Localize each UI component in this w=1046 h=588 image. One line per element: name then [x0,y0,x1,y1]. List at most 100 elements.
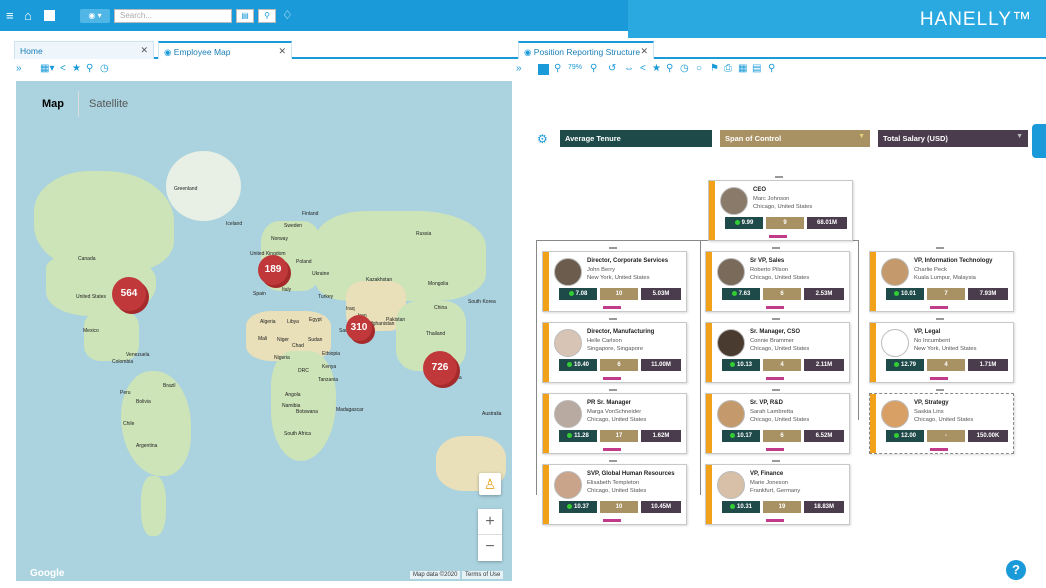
print-icon[interactable]: ⎙ [724,63,732,74]
salary-value: 2.11M [815,362,833,368]
map-cluster[interactable]: 726 [423,351,457,385]
pdf-icon[interactable]: ▤ [752,63,761,74]
position-card[interactable]: VP, Information Technology Charlie Peck Ku… [869,247,1014,312]
salary-metric: 68.01M [807,217,847,229]
top-bar: ≡ ⌂ ◉ ▾ Search... ▤ ⚲ ♢ HANELLY™ [0,0,1046,38]
star-icon[interactable]: ★ [72,63,81,74]
map-button[interactable]: Map [32,91,78,117]
salary-value: 2.53M [815,291,833,297]
employee-location: Chicago, United States [587,417,647,423]
employee-location: Kuala Lumpur, Malaysia [914,275,976,281]
span-metric: 6 [763,288,801,300]
flag-icon[interactable]: ⚑ [710,63,719,74]
position-card[interactable]: PR Sr. Manager Marga VonSchneider Chicago,… [542,389,687,454]
map-label: Chile [123,421,135,427]
close-icon[interactable]: ✕ [278,46,286,57]
zoom-out-icon[interactable]: ⚲ [590,63,597,74]
map-cluster[interactable]: 564 [112,277,146,311]
position-title: Director, Manufacturing [587,329,655,335]
position-card[interactable]: VP, Legal No Incumbent New York, United St… [869,318,1014,383]
position-card[interactable]: Director, Corporate Services John Berry Ne… [542,247,687,312]
tab-position-reporting[interactable]: ◉ Position Reporting Structure ✕ [518,41,654,59]
position-card[interactable]: VP, Strategy Saskia Lins Chicago, United S… [869,389,1014,454]
span-metric: 19 [763,501,801,513]
employee-location: New York, United States [587,275,650,281]
chart-icon[interactable]: ▦▾ [40,63,54,74]
list-icon[interactable] [538,64,549,75]
position-card[interactable]: Sr. VP, R&D Sarah Lambretta Chicago, Unite… [705,389,850,454]
fit-icon[interactable]: ⇔ [624,63,634,74]
search-icon[interactable]: ⚲ [666,63,673,74]
tenure-metric: 10.13 [722,359,760,371]
calendar-button[interactable]: ▤ [236,9,254,23]
search-input[interactable]: Search... [114,9,232,23]
avatar [554,329,582,357]
close-icon[interactable]: ✕ [140,45,148,56]
terms-link[interactable]: Terms of Use [462,571,504,579]
expand-icon[interactable]: » [16,63,22,74]
scope-dropdown[interactable]: ◉ ▾ [80,9,110,23]
tenure-metric: 10.17 [722,430,760,442]
salary-metric: 2.53M [804,288,844,300]
home-icon[interactable]: ⌂ [24,9,32,22]
span-value: 10 [615,504,623,510]
chevron-down-icon: ▼ [858,133,865,140]
total-salary-dropdown[interactable]: Total Salary (USD) ▼ [878,130,1028,147]
employee-name: Connie Brammer [750,338,794,344]
position-card[interactable]: Director, Manufacturing Helle Carlson Sing… [542,318,687,383]
tab-home[interactable]: Home ✕ [14,41,154,59]
employee-location: Chicago, United States [750,346,810,352]
position-card[interactable]: Sr. Manager, CSO Connie Brammer Chicago, U… [705,318,850,383]
map-label: Poland [296,259,312,265]
span-of-control-dropdown[interactable]: Span of Control ▼ [720,130,870,147]
satellite-button[interactable]: Satellite [78,91,140,117]
zoom-in-icon[interactable]: ⚲ [554,63,561,74]
tab-employee-map[interactable]: ◉ Employee Map ✕ [158,41,292,59]
zoom-in-button[interactable]: + [478,509,502,535]
card-accent [543,323,549,382]
side-panel-handle[interactable] [1032,124,1046,158]
expand-icon[interactable]: » [516,63,522,74]
map-label: Libya [287,319,299,325]
search-button[interactable]: ⚲ [258,9,276,23]
position-card[interactable]: CEO Marc Johnson Chicago, United States 9.9… [708,176,853,241]
average-tenure-dropdown[interactable]: Average Tenure [560,130,712,147]
stop-icon[interactable] [44,10,55,21]
share-icon[interactable]: < [640,63,646,74]
close-icon[interactable]: ✕ [640,46,648,57]
card-indicator [603,377,621,380]
pegman-icon[interactable]: ♙ [479,473,501,495]
span-value: 19 [778,504,786,510]
employee-map[interactable]: Map Satellite Greenland Iceland Finland … [16,81,512,581]
tenure-value: 12.00 [900,433,916,439]
chart-icon[interactable]: ▦ [738,63,747,74]
map-label: Russia [416,231,432,237]
map-label: Mexico [83,328,99,334]
share-icon[interactable]: < [60,63,66,74]
map-data-credit: Map data ©2020 [410,571,461,579]
pin-icon[interactable]: ⚲ [768,63,775,74]
map-cluster[interactable]: 189 [258,255,288,285]
position-card[interactable]: VP, Finance Marie Joneson Frankfurt, Germa… [705,460,850,525]
gear-icon[interactable]: ⚙ [537,132,548,146]
undo-icon[interactable]: ↺ [608,63,616,74]
map-label: Greenland [174,186,198,192]
card-indicator [603,448,621,451]
bell-icon[interactable]: ♢ [282,9,293,22]
star-icon[interactable]: ★ [652,63,661,74]
menu-icon[interactable]: ≡ [6,9,14,22]
employee-name: Helle Carlson [587,338,622,344]
clock-icon[interactable]: ◷ [100,63,109,74]
employee-location: Frankfurt, Germany [750,488,801,494]
salary-value: 5.03M [652,291,670,297]
clock-icon[interactable]: ◷ [680,63,689,74]
map-cluster[interactable]: 310 [346,315,372,341]
position-card[interactable]: Sr VP, Sales Roberto Pilson Chicago, Unite… [705,247,850,312]
zoom-out-button[interactable]: − [478,535,502,561]
search-icon[interactable]: ⚲ [86,63,93,74]
circle-icon[interactable]: ○ [696,63,702,74]
position-card[interactable]: SVP, Global Human Resources Elisabeth Tem… [542,460,687,525]
target-icon: ◉ [164,47,172,57]
help-icon[interactable]: ? [1006,560,1026,580]
map-label: Nigeria [274,355,290,361]
